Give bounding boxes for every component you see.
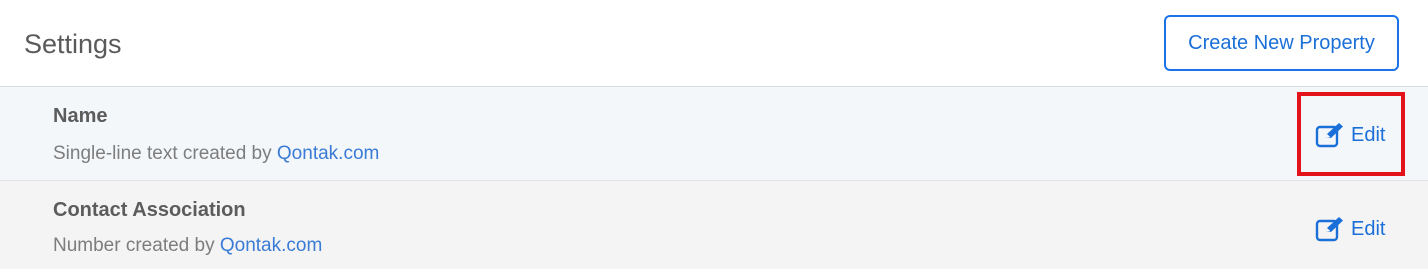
property-name: Name: [53, 105, 108, 127]
page-title: Settings: [24, 29, 122, 59]
property-type-text: Number created by: [53, 235, 220, 256]
highlight-annotation-box: [1297, 92, 1405, 176]
settings-page: Settings Create New Property Name Single…: [0, 0, 1428, 269]
edit-label: Edit: [1351, 217, 1386, 240]
property-description: Number created by Qontak.com: [53, 235, 322, 257]
property-description: Single-line text created by Qontak.com: [53, 143, 379, 165]
property-row-name: Name Single-line text created by Qontak.…: [0, 87, 1428, 181]
property-type-text: Single-line text created by: [53, 143, 277, 164]
settings-header: Settings Create New Property: [0, 0, 1428, 87]
property-name: Contact Association: [53, 199, 246, 221]
edit-button[interactable]: Edit: [1315, 216, 1385, 242]
create-new-property-button[interactable]: Create New Property: [1164, 15, 1399, 71]
property-row-contact-association: Contact Association Number created by Qo…: [0, 181, 1428, 269]
creator-link[interactable]: Qontak.com: [220, 235, 322, 256]
edit-icon: [1315, 217, 1343, 242]
creator-link[interactable]: Qontak.com: [277, 143, 379, 164]
